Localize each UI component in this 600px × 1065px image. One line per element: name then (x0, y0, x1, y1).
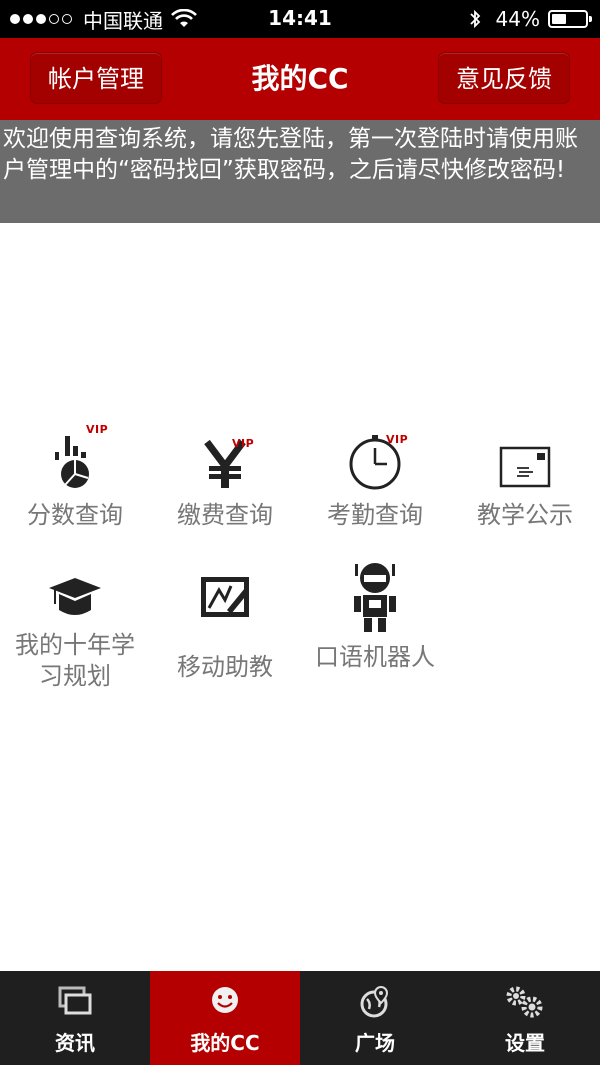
location-globe-icon (360, 985, 389, 1018)
gears-icon (506, 986, 543, 1018)
tab-settings[interactable]: 设置 (450, 971, 600, 1065)
pencil-board-icon (201, 577, 249, 617)
graduation-cap-icon (49, 578, 101, 615)
tab-label: 我的CC (190, 1031, 260, 1055)
vip-badge: VIP (232, 437, 255, 450)
grid-item-mobile-assistant[interactable]: 移动助教 (150, 560, 300, 683)
windows-icon (58, 986, 92, 1015)
login-notice: 欢迎使用查询系统，请您先登陆，第一次登陆时请使用账户管理中的“密码找回”获取密码… (0, 120, 600, 223)
nav-bar: 我的CC 帐户管理 意见反馈 (0, 38, 600, 120)
battery-icon (548, 10, 592, 28)
grid-item-label: 考勤查询 (327, 501, 423, 529)
tab-label: 设置 (505, 1031, 545, 1055)
status-right: 44% (468, 6, 592, 32)
grid-item-payment-query[interactable]: VIP 缴费查询 (150, 420, 300, 531)
grid-item-teaching-notice[interactable]: 教学公示 (450, 420, 600, 531)
tab-news[interactable]: 资讯 (0, 971, 150, 1065)
grid-item-attendance-query[interactable]: VIP 考勤查询 (300, 420, 450, 531)
grid-item-label: 教学公示 (477, 501, 573, 529)
grid-item-label: 移动助教 (177, 653, 273, 681)
bluetooth-icon (469, 9, 480, 29)
battery-tip (589, 16, 592, 22)
grid-item-speaking-robot[interactable]: 口语机器人 (300, 556, 450, 673)
vip-badge: VIP (86, 423, 109, 436)
grid-item-label: 分数查询 (27, 501, 123, 529)
status-bar: 中国联通 14:41 44% (0, 0, 600, 38)
tab-my-cc[interactable]: 我的CC (150, 971, 300, 1065)
smiley-icon (212, 987, 238, 1013)
grid-item-label: 缴费查询 (177, 501, 273, 529)
robot-icon (354, 563, 396, 632)
tab-bar: 资讯 我的CC 广场 设置 (0, 971, 600, 1065)
battery-fill (552, 14, 567, 24)
grid-item-label: 我的十年学习规划 (15, 631, 135, 690)
grid-item-label: 口语机器人 (315, 643, 435, 671)
grid-item-ten-year-plan[interactable]: 我的十年学习规划 (0, 560, 150, 692)
tab-label: 广场 (355, 1031, 395, 1055)
feedback-button[interactable]: 意见反馈 (438, 52, 570, 104)
tab-label: 资讯 (55, 1031, 95, 1055)
envelope-icon (499, 446, 551, 488)
grid-item-score-query[interactable]: VIP 分数查询 (0, 420, 150, 531)
account-management-button[interactable]: 帐户管理 (30, 52, 162, 104)
tab-square[interactable]: 广场 (300, 971, 450, 1065)
battery-percent: 44% (495, 7, 540, 31)
vip-badge: VIP (386, 433, 409, 446)
